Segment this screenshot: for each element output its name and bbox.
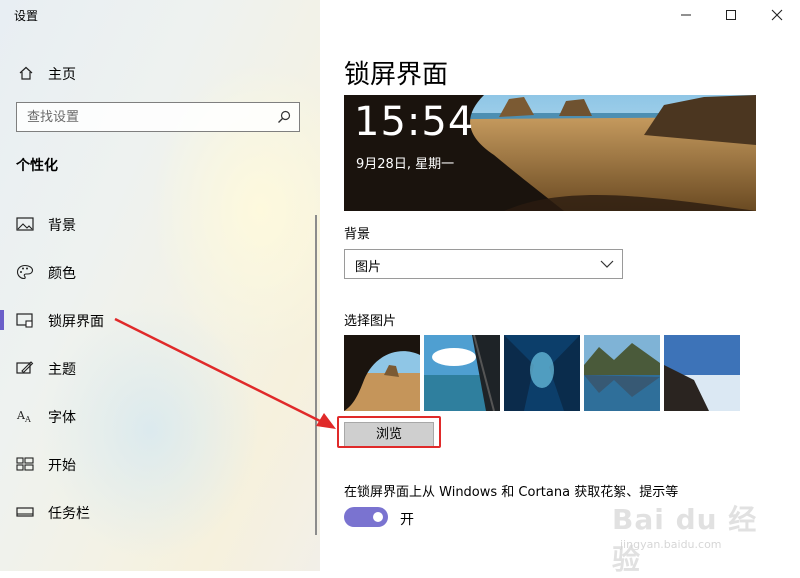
search-box[interactable] — [16, 102, 300, 132]
lock-screen-preview: 15:54 9月28日, 星期一 — [344, 95, 756, 211]
minimize-button[interactable] — [672, 4, 700, 26]
sidebar-item-colors[interactable]: 颜色 — [0, 254, 318, 290]
search-icon[interactable] — [277, 110, 291, 124]
navigation-pane: 设置 主页 个性化 背景 颜色 锁屏界面 — [0, 0, 320, 571]
preview-date: 9月28日, 星期一 — [356, 157, 455, 172]
image-icon — [16, 217, 34, 231]
palette-icon — [16, 264, 34, 280]
minimize-icon — [681, 14, 691, 16]
picture-thumbnail[interactable] — [504, 335, 580, 411]
picture-thumbnail[interactable] — [664, 335, 740, 411]
sidebar-item-label: 颜色 — [48, 266, 76, 282]
picture-thumbnail[interactable] — [424, 335, 500, 411]
nav-home[interactable]: 主页 — [0, 58, 320, 88]
tips-toggle[interactable] — [344, 507, 388, 527]
thumbnail-image — [424, 335, 500, 411]
taskbar-icon — [16, 507, 34, 517]
picture-thumbnail[interactable] — [344, 335, 420, 411]
background-label: 背景 — [344, 227, 371, 242]
theme-icon — [16, 361, 34, 374]
search-input[interactable] — [17, 108, 279, 126]
maximize-button[interactable] — [717, 4, 745, 26]
sidebar-scrollbar[interactable] — [315, 215, 317, 535]
close-button[interactable] — [763, 4, 791, 26]
toggle-knob — [373, 512, 383, 522]
lock-screen-icon — [16, 313, 33, 328]
choose-picture-label: 选择图片 — [344, 314, 397, 329]
start-icon — [16, 457, 34, 471]
sidebar-item-themes[interactable]: 主题 — [0, 350, 318, 386]
sidebar-item-label: 开始 — [48, 458, 76, 474]
nav-home-label: 主页 — [48, 67, 76, 83]
page-title: 锁屏界面 — [344, 60, 449, 90]
sidebar-item-label: 锁屏界面 — [48, 314, 104, 330]
sidebar-item-label: 任务栏 — [48, 506, 90, 522]
sidebar-item-taskbar[interactable]: 任务栏 — [0, 494, 318, 530]
thumbnail-image — [504, 335, 580, 411]
sidebar-item-label: 主题 — [48, 362, 76, 378]
thumbnail-image — [664, 335, 740, 411]
font-icon: A A — [16, 409, 31, 424]
sidebar-item-lock-screen[interactable]: 锁屏界面 — [0, 302, 318, 338]
tips-toggle-state: 开 — [400, 512, 414, 528]
background-select-value: 图片 — [355, 260, 382, 275]
watermark-url: jingyan.baidu.com — [620, 538, 722, 551]
sidebar-item-start[interactable]: 开始 — [0, 446, 318, 482]
sidebar-item-background[interactable]: 背景 — [0, 206, 318, 242]
thumbnail-image — [344, 335, 420, 411]
browse-button[interactable]: 浏览 — [344, 422, 434, 448]
svg-text:A: A — [24, 415, 31, 424]
watermark-logo: Bai du 经验 jingyan.baidu.com — [612, 498, 762, 576]
sidebar-item-label: 字体 — [48, 410, 76, 426]
sidebar-item-label: 背景 — [48, 218, 76, 234]
app-title: 设置 — [14, 9, 39, 23]
maximize-icon — [726, 10, 736, 20]
section-title: 个性化 — [16, 158, 58, 174]
sidebar-item-fonts[interactable]: A A 字体 — [0, 398, 318, 434]
active-indicator — [0, 310, 4, 330]
thumbnail-image — [584, 335, 660, 411]
background-select[interactable]: 图片 — [344, 249, 623, 279]
preview-time: 15:54 — [354, 99, 475, 145]
home-icon — [19, 66, 33, 80]
chevron-down-icon — [600, 260, 614, 268]
picture-thumbnail[interactable] — [584, 335, 660, 411]
close-icon — [771, 9, 783, 21]
